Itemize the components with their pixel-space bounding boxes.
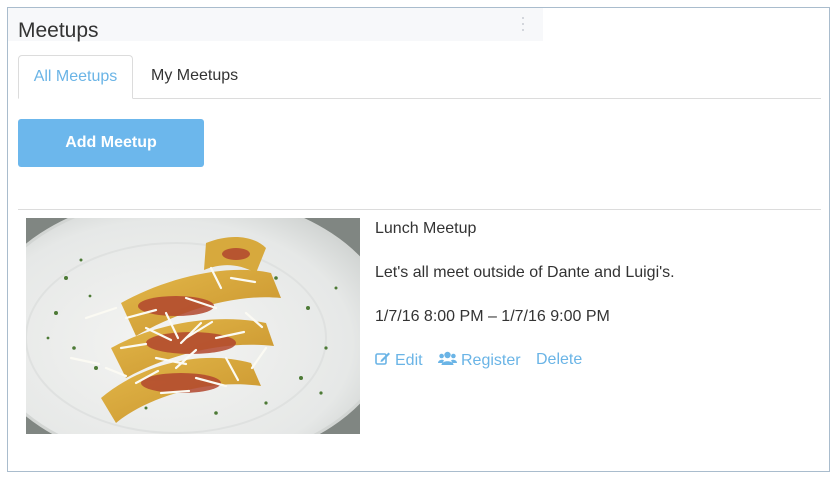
edit-icon: [375, 351, 395, 371]
tab-all-meetups[interactable]: All Meetups: [18, 55, 133, 99]
meetup-title: Lunch Meetup: [375, 220, 477, 237]
register-link[interactable]: Register: [438, 351, 521, 371]
panel-header: Meetups: [8, 8, 543, 42]
edit-label: Edit: [395, 352, 423, 369]
tab-bar: All Meetups My Meetups: [18, 55, 821, 99]
edit-link[interactable]: Edit: [375, 351, 423, 371]
meetup-description: Let's all meet outside of Dante and Luig…: [375, 264, 675, 281]
kebab-menu-icon[interactable]: [521, 17, 525, 31]
delete-label: Delete: [536, 351, 583, 368]
divider: [18, 209, 821, 210]
register-label: Register: [461, 352, 521, 369]
tab-my-meetups[interactable]: My Meetups: [136, 55, 253, 99]
delete-link[interactable]: Delete: [536, 351, 582, 369]
add-meetup-button[interactable]: Add Meetup: [18, 119, 204, 167]
users-icon: [438, 351, 461, 371]
meetup-time: 1/7/16 8:00 PM – 1/7/16 9:00 PM: [375, 308, 610, 325]
meetup-image: [26, 218, 360, 434]
page-title: Meetups: [18, 19, 99, 42]
meetups-panel: Meetups All Meetups My Meetups Add Meetu…: [7, 7, 830, 472]
